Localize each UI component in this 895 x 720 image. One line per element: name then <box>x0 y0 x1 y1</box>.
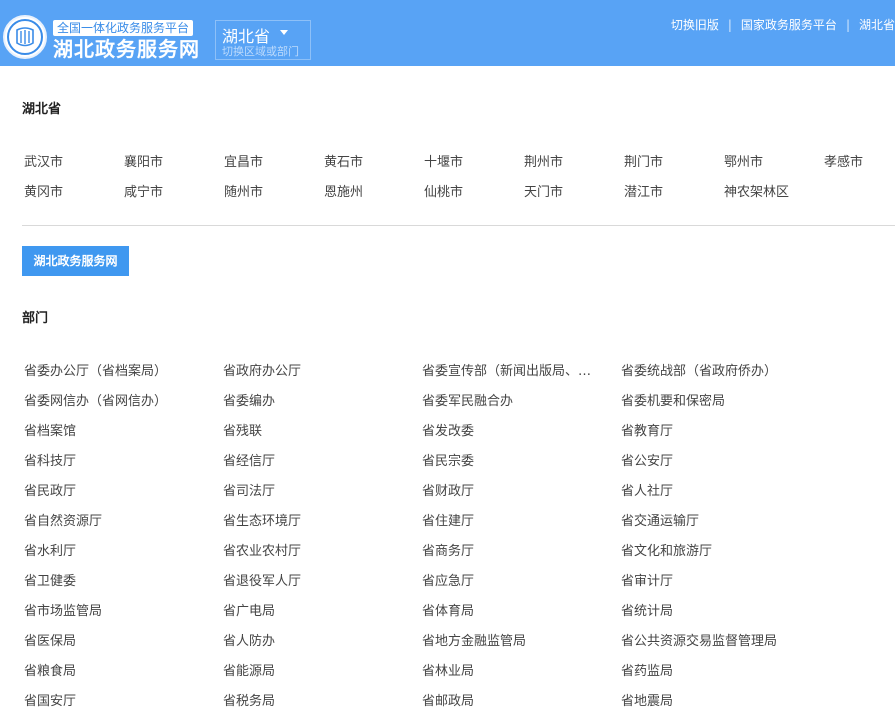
province-link[interactable]: 湖北省 <box>859 18 895 32</box>
department-link[interactable]: 省委宣传部（新闻出版局、… <box>422 360 591 379</box>
caret-down-icon <box>280 30 288 35</box>
department-link[interactable]: 省税务局 <box>223 690 275 709</box>
old-version-link[interactable]: 切换旧版 <box>671 18 719 32</box>
city-link[interactable]: 鄂州市 <box>724 151 763 170</box>
link-separator: | <box>845 18 850 32</box>
department-link[interactable]: 省民宗委 <box>422 450 474 469</box>
department-link[interactable]: 省体育局 <box>422 600 474 619</box>
portal-button[interactable]: 湖北政务服务网 <box>22 246 129 276</box>
city-link[interactable]: 十堰市 <box>424 151 463 170</box>
province-section-title: 湖北省 <box>22 102 62 117</box>
department-link[interactable]: 省能源局 <box>223 660 275 679</box>
city-link[interactable]: 襄阳市 <box>124 151 163 170</box>
city-link[interactable]: 潜江市 <box>624 181 663 200</box>
link-separator: | <box>727 18 732 32</box>
department-link[interactable]: 省公共资源交易监督管理局 <box>621 630 777 649</box>
department-link[interactable]: 省财政厅 <box>422 480 474 499</box>
department-link[interactable]: 省司法厅 <box>223 480 275 499</box>
department-link[interactable]: 省委编办 <box>223 390 275 409</box>
city-link[interactable]: 神农架林区 <box>724 181 789 200</box>
department-link[interactable]: 省地方金融监管局 <box>422 630 526 649</box>
department-link[interactable]: 省药监局 <box>621 660 673 679</box>
department-link[interactable]: 省水利厅 <box>24 540 76 559</box>
city-link[interactable]: 武汉市 <box>24 151 63 170</box>
department-link[interactable]: 省广电局 <box>223 600 275 619</box>
department-link[interactable]: 省统计局 <box>621 600 673 619</box>
region-switch-hint: 切换区域或部门 <box>222 45 299 58</box>
department-link[interactable]: 省审计厅 <box>621 570 673 589</box>
department-link[interactable]: 省文化和旅游厅 <box>621 540 712 559</box>
department-link[interactable]: 省民政厅 <box>24 480 76 499</box>
city-link[interactable]: 随州市 <box>224 181 263 200</box>
city-link[interactable]: 孝感市 <box>824 151 863 170</box>
department-link[interactable]: 省发改委 <box>422 420 474 439</box>
department-link[interactable]: 省公安厅 <box>621 450 673 469</box>
department-link[interactable]: 省邮政局 <box>422 690 474 709</box>
city-link[interactable]: 黄冈市 <box>24 181 63 200</box>
city-link[interactable]: 荆门市 <box>624 151 663 170</box>
departments-section-title: 部门 <box>22 311 49 326</box>
department-link[interactable]: 省人社厅 <box>621 480 673 499</box>
top-links: 切换旧版 | 国家政务服务平台 | 湖北省 <box>671 16 895 33</box>
department-link[interactable]: 省医保局 <box>24 630 76 649</box>
site-logo-icon[interactable] <box>3 15 47 59</box>
department-link[interactable]: 省应急厅 <box>422 570 474 589</box>
department-link[interactable]: 省交通运输厅 <box>621 510 699 529</box>
department-link[interactable]: 省国安厅 <box>24 690 76 709</box>
department-link[interactable]: 省住建厅 <box>422 510 474 529</box>
site-header: 全国一体化政务服务平台 湖北政务服务网 湖北省 切换区域或部门 切换旧版 | 国家政… <box>0 0 895 66</box>
city-link[interactable]: 仙桃市 <box>424 181 463 200</box>
city-link[interactable]: 荆州市 <box>524 151 563 170</box>
department-link[interactable]: 省市场监管局 <box>24 600 102 619</box>
department-link[interactable]: 省商务厅 <box>422 540 474 559</box>
department-link[interactable]: 省人防办 <box>223 630 275 649</box>
department-link[interactable]: 省委统战部（省政府侨办） <box>621 360 777 379</box>
department-link[interactable]: 省林业局 <box>422 660 474 679</box>
department-link[interactable]: 省档案馆 <box>24 420 76 439</box>
city-link[interactable]: 黄石市 <box>324 151 363 170</box>
department-link[interactable]: 省地震局 <box>621 690 673 709</box>
national-platform-link[interactable]: 国家政务服务平台 <box>741 18 837 32</box>
city-link[interactable]: 咸宁市 <box>124 181 163 200</box>
department-link[interactable]: 省委机要和保密局 <box>621 390 725 409</box>
department-link[interactable]: 省教育厅 <box>621 420 673 439</box>
platform-tagline: 全国一体化政务服务平台 <box>53 20 194 36</box>
department-link[interactable]: 省委办公厅（省档案局） <box>24 360 167 379</box>
department-link[interactable]: 省自然资源厅 <box>24 510 102 529</box>
section-divider <box>22 225 895 226</box>
site-title[interactable]: 湖北政务服务网 <box>53 36 200 62</box>
city-link[interactable]: 天门市 <box>524 181 563 200</box>
department-link[interactable]: 省经信厅 <box>223 450 275 469</box>
city-link[interactable]: 恩施州 <box>324 181 363 200</box>
department-link[interactable]: 省生态环境厅 <box>223 510 301 529</box>
department-link[interactable]: 省粮食局 <box>24 660 76 679</box>
department-link[interactable]: 省委军民融合办 <box>422 390 513 409</box>
department-link[interactable]: 省卫健委 <box>24 570 76 589</box>
department-link[interactable]: 省政府办公厅 <box>223 360 301 379</box>
department-link[interactable]: 省科技厅 <box>24 450 76 469</box>
department-link[interactable]: 省退役军人厅 <box>223 570 301 589</box>
department-link[interactable]: 省农业农村厅 <box>223 540 301 559</box>
region-switcher[interactable]: 湖北省 切换区域或部门 <box>215 20 311 60</box>
department-link[interactable]: 省委网信办（省网信办） <box>24 390 167 409</box>
city-link[interactable]: 宜昌市 <box>224 151 263 170</box>
department-link[interactable]: 省残联 <box>223 420 262 439</box>
